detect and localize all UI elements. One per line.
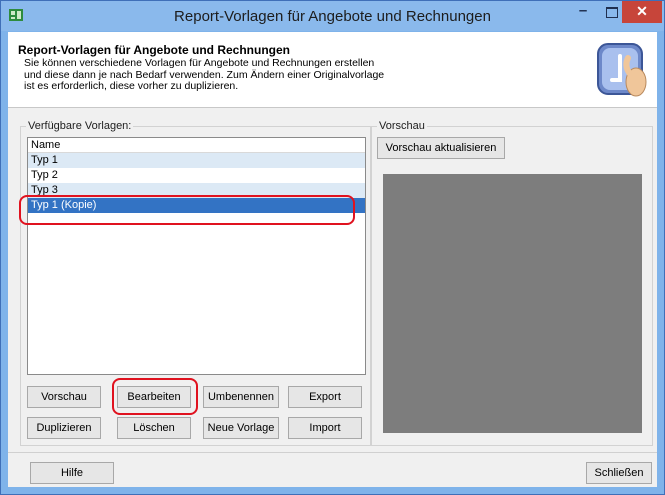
available-templates-label: Verfügbare Vorlagen:: [26, 120, 134, 132]
title-bar[interactable]: Report-Vorlagen für Angebote und Rechnun…: [1, 1, 664, 31]
list-item[interactable]: Typ 1: [28, 153, 365, 168]
preview-canvas: [383, 174, 642, 433]
dialog-client-area: Report-Vorlagen für Angebote und Rechnun…: [8, 32, 657, 487]
preview-group: Vorschau Vorschau aktualisieren: [371, 120, 653, 446]
dialog-header: Report-Vorlagen für Angebote und Rechnun…: [8, 32, 657, 108]
dialog-window: Report-Vorlagen für Angebote und Rechnun…: [0, 0, 665, 495]
rename-button[interactable]: Umbenennen: [203, 386, 279, 408]
list-item[interactable]: Typ 3: [28, 183, 365, 198]
app-icon: [9, 9, 23, 21]
close-icon: ✕: [636, 3, 648, 19]
delete-button[interactable]: Löschen: [117, 417, 191, 439]
new-template-button[interactable]: Neue Vorlage: [203, 417, 279, 439]
edit-button[interactable]: Bearbeiten: [117, 386, 191, 408]
window-title: Report-Vorlagen für Angebote und Rechnun…: [174, 8, 491, 25]
export-button[interactable]: Export: [288, 386, 362, 408]
footer-divider: [8, 452, 657, 453]
available-templates-group: Verfügbare Vorlagen: Name Typ 1 Typ 2 Ty…: [19, 120, 371, 446]
maximize-icon: [606, 7, 618, 18]
close-button[interactable]: Schließen: [586, 462, 652, 484]
minimize-icon: –: [578, 2, 588, 19]
preview-label: Vorschau: [377, 120, 427, 132]
list-item[interactable]: Typ 2: [28, 168, 365, 183]
template-editor-icon: [597, 43, 647, 97]
refresh-preview-button[interactable]: Vorschau aktualisieren: [377, 137, 505, 159]
import-button[interactable]: Import: [288, 417, 362, 439]
minimize-button[interactable]: –: [569, 1, 597, 23]
close-window-button[interactable]: ✕: [622, 1, 662, 23]
duplicate-button[interactable]: Duplizieren: [27, 417, 101, 439]
preview-button[interactable]: Vorschau: [27, 386, 101, 408]
templates-list[interactable]: Name Typ 1 Typ 2 Typ 3 Typ 1 (Kopie): [27, 137, 366, 375]
header-description: Sie können verschiedene Vorlagen für Ang…: [24, 57, 385, 92]
help-button[interactable]: Hilfe: [30, 462, 114, 484]
header-title: Report-Vorlagen für Angebote und Rechnun…: [18, 43, 290, 57]
list-item-selected[interactable]: Typ 1 (Kopie): [28, 198, 365, 213]
list-column-header-name[interactable]: Name: [28, 138, 365, 153]
